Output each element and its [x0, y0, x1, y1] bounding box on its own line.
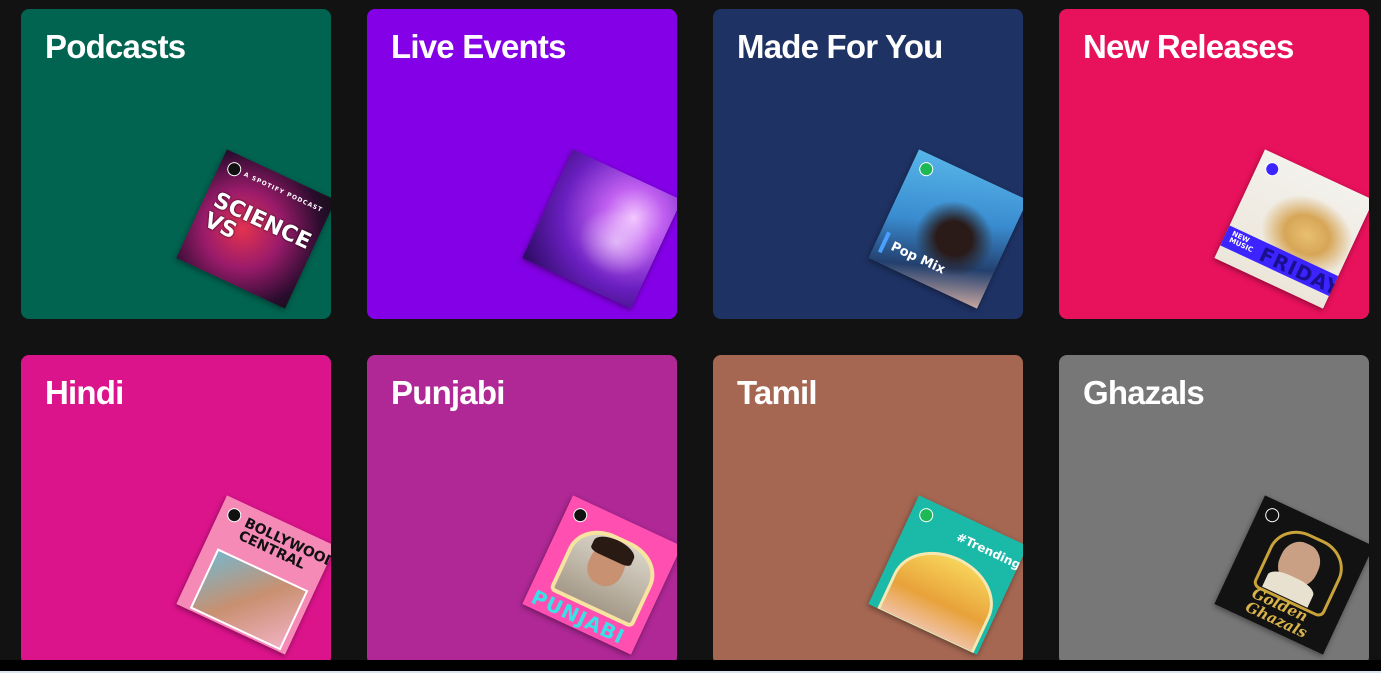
science-vs-cover-art: A SPOTIFY PODCAST SCIENCE VS [176, 149, 331, 309]
trending-tamil-cover-art: #Trending [868, 495, 1023, 655]
category-title: Hindi [45, 374, 124, 411]
live-concert-photo-art [522, 149, 677, 309]
category-title: Ghazals [1083, 374, 1205, 411]
pop-mix-cover-art: Pop Mix [868, 149, 1023, 309]
category-title: Live Events [391, 28, 566, 65]
new-music-friday-cover-art: NEW MUSIC FRIDAY [1214, 149, 1369, 309]
category-card-punjabi[interactable]: Punjabi PUNJABI [367, 355, 677, 665]
category-card-ghazals[interactable]: Ghazals Golden Ghazals [1059, 355, 1369, 665]
category-title: New Releases [1083, 28, 1294, 65]
browse-categories-grid: Podcasts A SPOTIFY PODCAST SCIENCE VS Li… [21, 9, 1369, 665]
category-card-new-releases[interactable]: New Releases NEW MUSIC FRIDAY [1059, 9, 1369, 319]
category-title: Punjabi [391, 374, 505, 411]
category-card-live-events[interactable]: Live Events [367, 9, 677, 319]
golden-ghazals-cover-art: Golden Ghazals [1214, 495, 1369, 655]
category-title: Podcasts [45, 28, 186, 65]
category-title: Tamil [737, 374, 818, 411]
punjabi-cover-art: PUNJABI [522, 495, 677, 655]
bottom-edge-bar [0, 660, 1381, 673]
bollywood-central-cover-art: BOLLYWOOD CENTRAL [176, 495, 331, 655]
category-card-tamil[interactable]: Tamil #Trending [713, 355, 1023, 665]
category-card-made-for-you[interactable]: Made For You Pop Mix [713, 9, 1023, 319]
category-card-hindi[interactable]: Hindi BOLLYWOOD CENTRAL [21, 355, 331, 665]
category-card-podcasts[interactable]: Podcasts A SPOTIFY PODCAST SCIENCE VS [21, 9, 331, 319]
category-title: Made For You [737, 28, 943, 65]
